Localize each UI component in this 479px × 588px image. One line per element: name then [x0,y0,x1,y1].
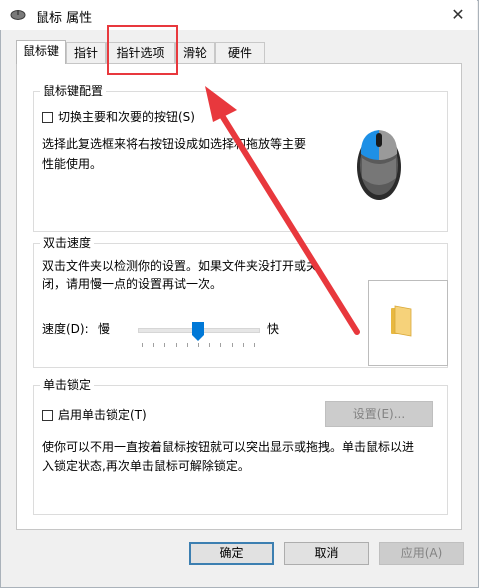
tab-wheel[interactable]: 滑轮 [175,42,215,63]
annotation-highlight-box [107,25,178,75]
click-lock-group: 单击锁定 启用单击锁定(T) 设置(E)... 使你可以不用一直按着鼠标按钮就可… [33,377,448,515]
slider-tick [220,343,222,347]
button-config-title: 鼠标键配置 [40,83,107,99]
close-button[interactable]: ✕ [446,4,470,26]
slider-tick [153,343,155,347]
double-click-title: 双击速度 [40,235,95,251]
slider-tick [186,343,188,347]
cancel-button[interactable]: 取消 [284,542,369,565]
tab-hardware[interactable]: 硬件 [215,42,265,63]
test-folder-area[interactable] [368,280,448,366]
click-lock-desc-2: 入锁定状态,再次单击鼠标可解除锁定。 [42,459,250,473]
click-lock-title: 单击锁定 [40,377,95,393]
tab-pointers[interactable]: 指针 [66,42,106,63]
slider-tick [142,343,143,347]
folder-icon[interactable] [389,305,413,337]
speed-label: 速度(D): [42,322,89,336]
slider-tick [209,343,211,347]
click-lock-label[interactable]: 启用单击锁定(T) [58,405,147,425]
slider-tick [242,343,244,347]
click-lock-settings-button[interactable]: 设置(E)... [325,401,433,427]
switch-buttons-label[interactable]: 切换主要和次要的按钮(S) [58,107,195,127]
apply-button[interactable]: 应用(A) [379,542,464,565]
slider-tick [175,343,177,347]
slider-tick [231,343,233,347]
window-title: 鼠标 属性 [36,11,93,26]
click-lock-checkbox[interactable] [42,410,53,421]
click-lock-desc-1: 使你可以不用一直按着鼠标按钮就可以突出显示或拖拽。单击鼠标以进 [42,440,415,454]
button-config-desc-2: 性能使用。 [42,157,103,171]
title-bar: 鼠标 属性 ✕ [0,0,477,30]
ok-button[interactable]: 确定 [189,542,274,565]
mouse-icon [10,10,26,20]
slider-tick [254,343,255,347]
slow-label: 慢 [98,322,111,336]
annotation-arrow-icon [205,86,360,335]
switch-buttons-checkbox[interactable] [42,112,53,123]
slider-tick [198,343,199,347]
slider-tick [164,343,166,347]
tab-buttons[interactable]: 鼠标键 [16,40,66,64]
